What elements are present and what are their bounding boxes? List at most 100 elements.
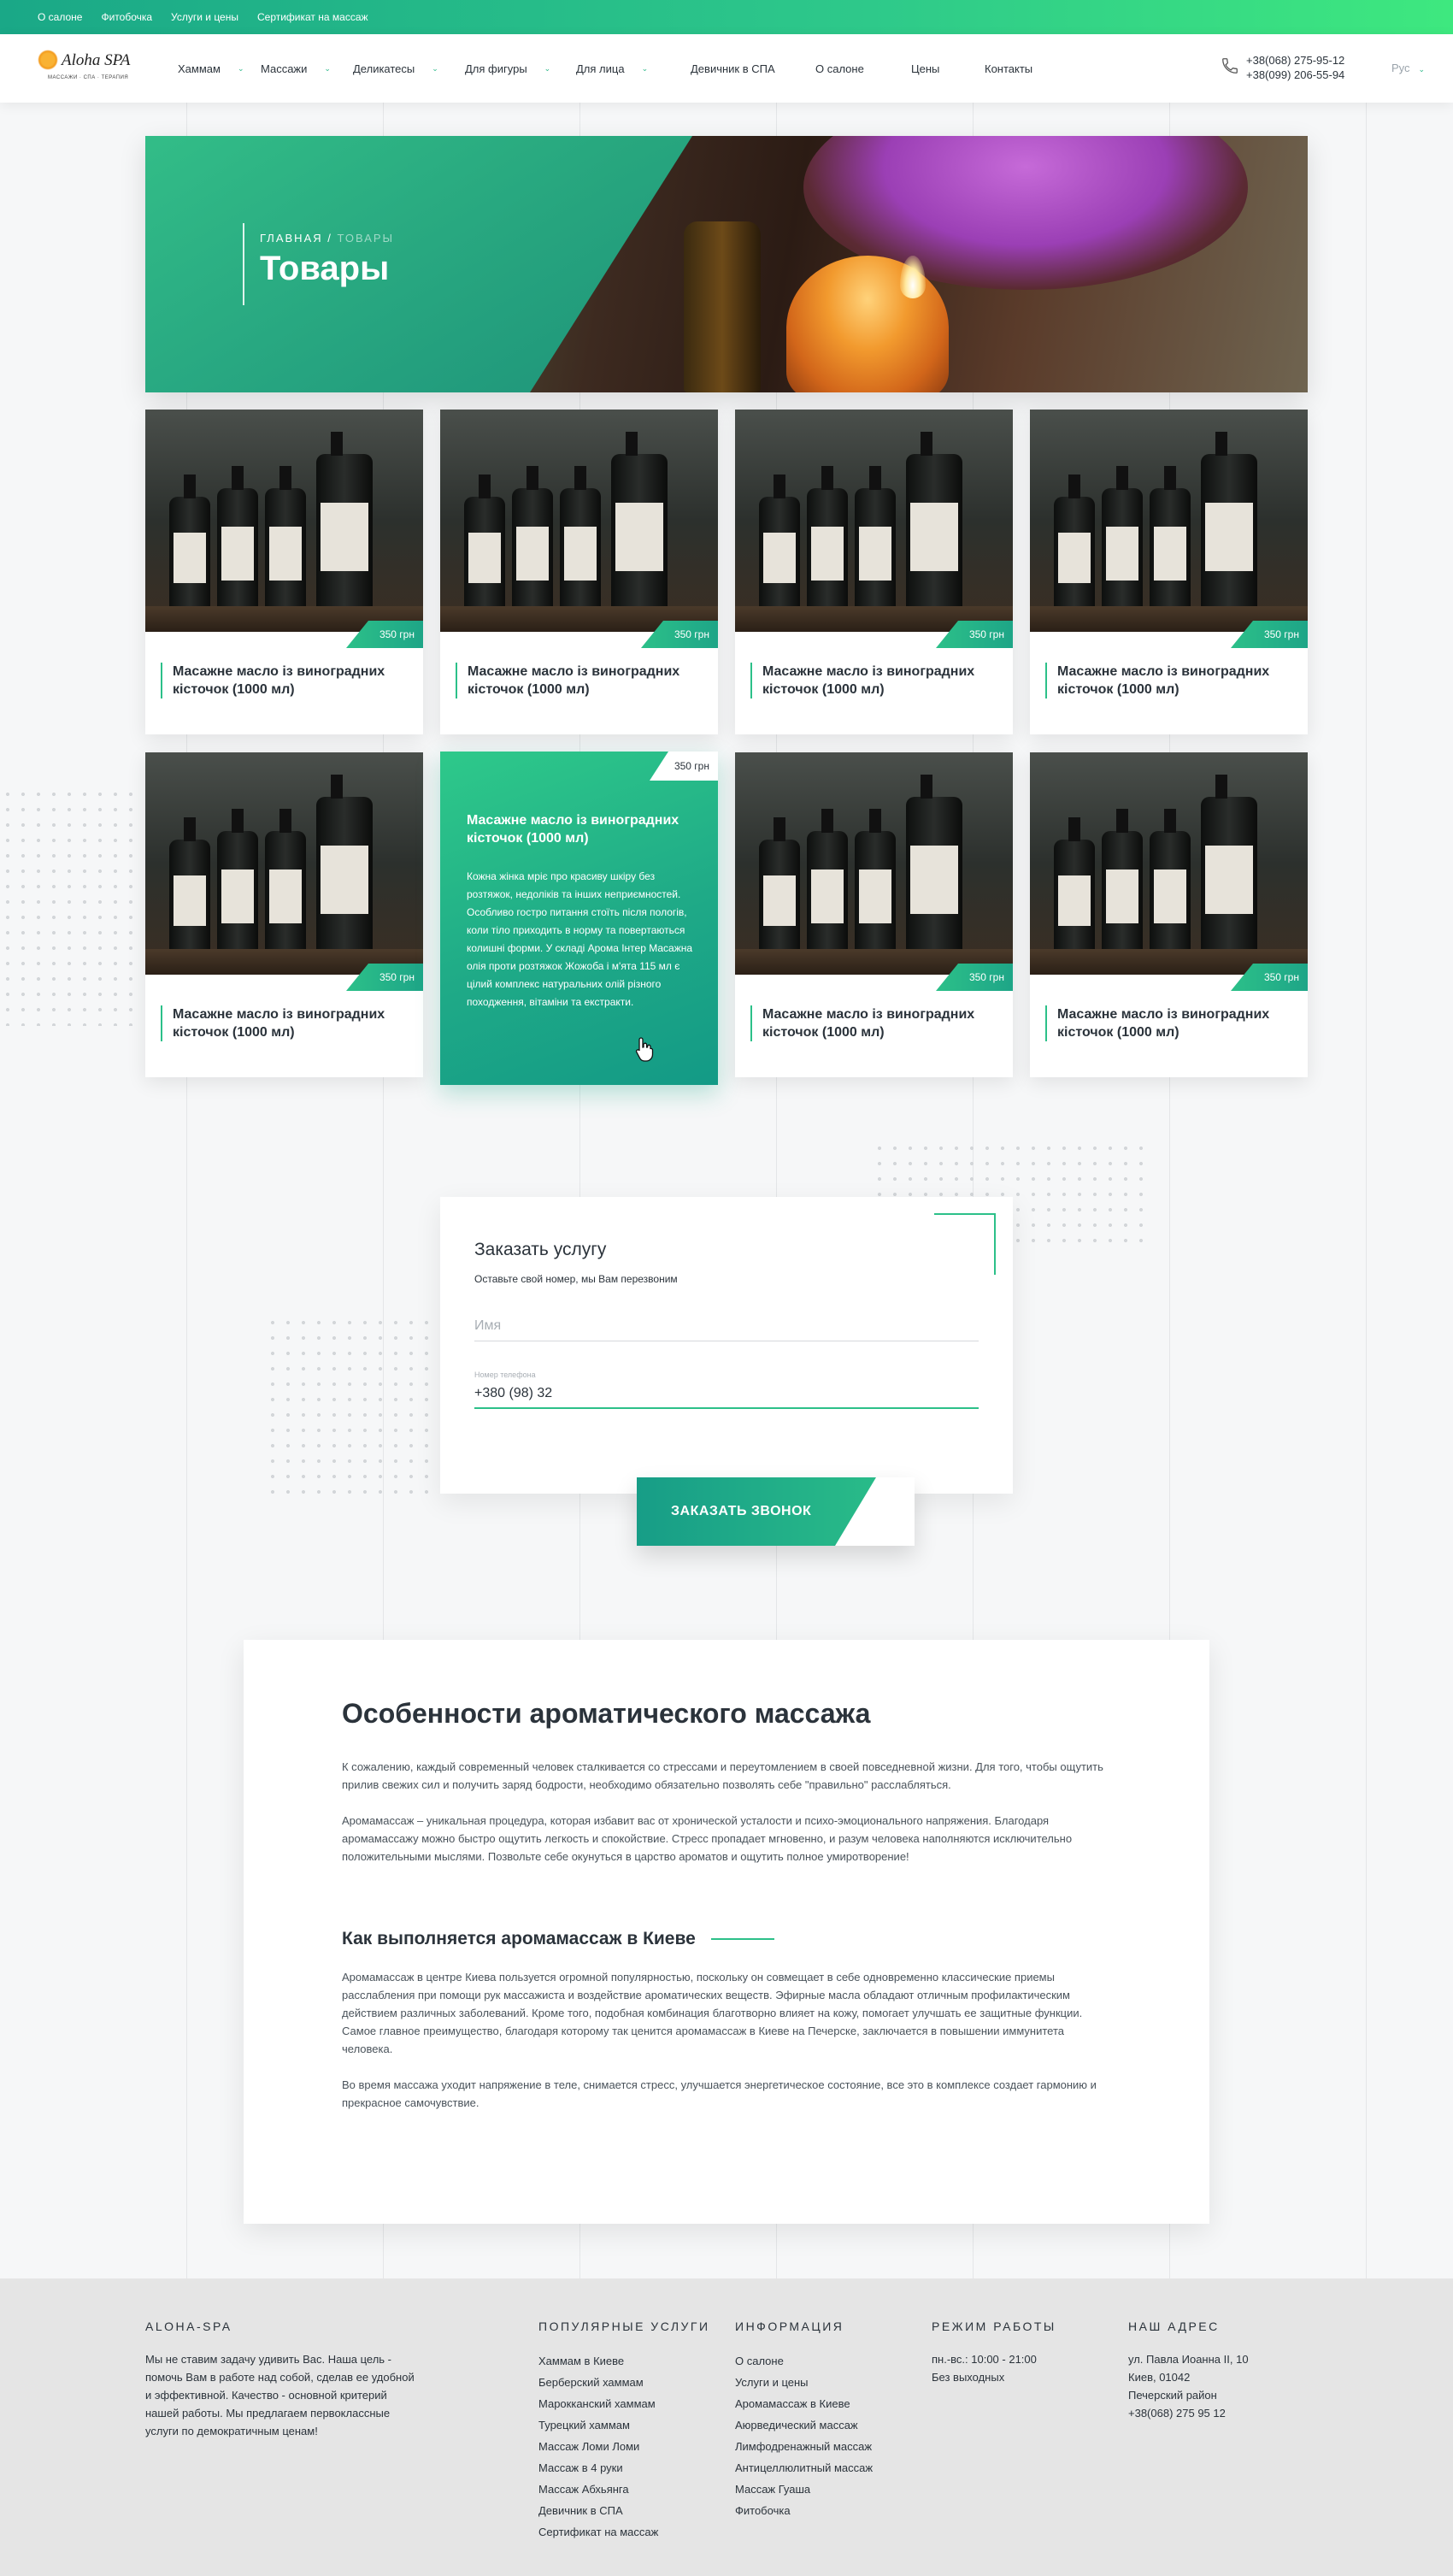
footer-link[interactable]: Марокканский хаммам (538, 2393, 710, 2414)
footer-link[interactable]: Аромамассаж в Киеве (735, 2393, 873, 2414)
product-title[interactable]: Масажне масло із виноградних кісточок (1… (161, 1005, 404, 1041)
nav-item-figure[interactable]: Для фигуры ⌄ (465, 62, 576, 75)
nav-item-massages[interactable]: Массажи ⌄ (261, 62, 353, 75)
product-card[interactable]: 350 грн Масажне масло із виноградних кіс… (735, 752, 1013, 1077)
form-subtitle: Оставьте свой номер, мы Вам перезвоним (474, 1273, 678, 1285)
product-image (1030, 752, 1308, 975)
product-card[interactable]: 350 грн Масажне масло із виноградних кіс… (1030, 410, 1308, 734)
article-paragraph: Во время массажа уходит напряжение в тел… (342, 2078, 1097, 2109)
footer-link[interactable]: Массаж в 4 руки (538, 2457, 710, 2479)
footer-link[interactable]: Турецкий хаммам (538, 2414, 710, 2436)
footer-phone[interactable]: +38(068) 275 95 12 (1128, 2404, 1299, 2422)
product-image (145, 410, 423, 632)
nav-item-hammam[interactable]: Хаммам ⌄ (178, 62, 261, 75)
product-title[interactable]: Масажне масло із виноградних кісточок (1… (750, 663, 994, 699)
breadcrumb-current: Товары (337, 232, 395, 245)
footer-link[interactable]: Антицеллюлитный массаж (735, 2457, 873, 2479)
order-call-button-label: ЗАКАЗАТЬ ЗВОНОК (671, 1504, 812, 1518)
corner-accent (934, 1213, 996, 1275)
phone-number-2[interactable]: +38(099) 206-55-94 (1246, 68, 1344, 82)
footer-about-text: Мы не ставим задачу удивить Вас. Наша це… (145, 2353, 415, 2437)
main-nav: Хаммам ⌄ Массажи ⌄ Деликатесы ⌄ Для фигуры ⌄… (178, 34, 1053, 103)
footer-hours-line: Без выходных (932, 2371, 1005, 2384)
product-title[interactable]: Масажне масло із виноградних кісточок (1… (1045, 663, 1289, 699)
nav-item-bachelorette[interactable]: Девичник в СПА (691, 62, 786, 75)
footer-heading: ALOHA-SPA (145, 2320, 232, 2333)
product-card[interactable]: 350 грн Масажне масло із виноградних кіс… (145, 410, 423, 734)
site-logo[interactable]: Aloha SPA МАССАЖИ · СПА · ТЕРАПИЯ (38, 46, 140, 91)
footer-link[interactable]: Сертификат на массаж (538, 2521, 710, 2543)
product-title[interactable]: Масажне масло із виноградних кісточок (1… (1045, 1005, 1289, 1041)
phone-icon (1222, 58, 1238, 74)
footer-link[interactable]: Лимфодренажный массаж (735, 2436, 873, 2457)
order-call-button[interactable]: ЗАКАЗАТЬ ЗВОНОК (637, 1477, 915, 1546)
article-subtitle: Как выполняется аромамассаж в Киеве (342, 1929, 774, 1949)
chevron-down-icon: ⌄ (432, 63, 438, 73)
product-image (145, 752, 423, 975)
logo-name: Aloha SPA (62, 51, 131, 69)
footer-link[interactable]: Девичник в СПА (538, 2500, 710, 2521)
main-header: Aloha SPA МАССАЖИ · СПА · ТЕРАПИЯ Хаммам… (0, 34, 1453, 103)
footer-hours-line: пн.-вс.: 10:00 - 21:00 (932, 2353, 1037, 2366)
phone-number-1[interactable]: +38(068) 275-95-12 (1246, 53, 1344, 68)
product-image (735, 752, 1013, 975)
name-input[interactable] (474, 1311, 979, 1341)
dots-decoration (265, 1315, 444, 1494)
footer-link[interactable]: Фитобочка (735, 2500, 873, 2521)
product-title[interactable]: Масажне масло із виноградних кісточок (1… (750, 1005, 994, 1041)
chevron-down-icon: ⌄ (544, 63, 551, 73)
language-selector[interactable]: Рус ⌄ (1391, 62, 1425, 74)
form-title: Заказать услугу (474, 1240, 607, 1259)
subtitle-underline (710, 1938, 774, 1940)
product-title[interactable]: Масажне масло із виноградних кісточок (1… (456, 663, 699, 699)
footer-link[interactable]: Массаж Гуаша (735, 2479, 873, 2500)
dots-decoration (0, 787, 141, 1026)
price-badge: 350 грн (650, 752, 718, 781)
footer-address-line: ул. Павла Иоанна II, 10 (1128, 2353, 1249, 2366)
product-card[interactable]: 350 грн Масажне масло із виноградних кіс… (440, 410, 718, 734)
product-image (440, 410, 718, 632)
top-links-bar: О салоне Фитобочка Услуги и цены Сертифи… (0, 0, 1453, 34)
product-title[interactable]: Масажне масло із виноградних кісточок (1… (467, 811, 697, 847)
product-card[interactable]: 350 грн Масажне масло із виноградних кіс… (145, 752, 423, 1077)
article-paragraph: Аромамассаж – уникальная процедура, кото… (342, 1814, 1073, 1863)
top-link-about[interactable]: О салоне (38, 11, 82, 23)
footer-services: ПОПУЛЯРНЫЕ УСЛУГИ Хаммам в Киеве Берберс… (538, 2320, 710, 2543)
nav-item-contacts[interactable]: Контакты (985, 62, 1053, 75)
phone-input[interactable] (474, 1380, 979, 1409)
breadcrumb: Главная / Товары Товары (243, 223, 394, 305)
logo-tagline: МАССАЖИ · СПА · ТЕРАПИЯ (48, 75, 129, 80)
banner-bottle-image (684, 221, 761, 392)
nav-item-face[interactable]: Для лица ⌄ (576, 62, 691, 75)
header-phones[interactable]: +38(068) 275-95-12 +38(099) 206-55-94 (1221, 53, 1344, 82)
product-card[interactable]: 350 грн Масажне масло із виноградних кіс… (735, 410, 1013, 734)
chevron-down-icon: ⌄ (1418, 65, 1426, 74)
article-paragraph: Аромамассаж в центре Киева пользуется ог… (342, 1971, 1083, 2055)
footer-info: ИНФОРМАЦИЯ О салоне Услуги и цены Аромам… (735, 2320, 873, 2521)
footer-link[interactable]: Хаммам в Киеве (538, 2350, 710, 2372)
footer-link[interactable]: Услуги и цены (735, 2372, 873, 2393)
breadcrumb-home[interactable]: Главная (260, 232, 323, 245)
footer-link[interactable]: Берберский хаммам (538, 2372, 710, 2393)
top-link-phytobarrel[interactable]: Фитобочка (101, 11, 152, 23)
nav-item-delicacies[interactable]: Деликатесы ⌄ (353, 62, 465, 75)
footer-heading: ИНФОРМАЦИЯ (735, 2320, 844, 2333)
product-card-hovered[interactable]: 350 грн Масажне масло із виноградних кіс… (440, 752, 718, 1085)
product-title[interactable]: Масажне масло із виноградних кісточок (1… (161, 663, 404, 699)
page-title: Товары (260, 250, 390, 287)
footer-link[interactable]: Аюрведический массаж (735, 2414, 873, 2436)
product-card[interactable]: 350 грн Масажне масло із виноградних кіс… (1030, 752, 1308, 1077)
footer-heading: ПОПУЛЯРНЫЕ УСЛУГИ (538, 2320, 710, 2333)
footer-address: НАШ АДРЕС ул. Павла Иоанна II, 10 Киев, … (1128, 2320, 1299, 2422)
article-paragraph: К сожалению, каждый современный человек … (342, 1760, 1103, 1791)
top-link-services-prices[interactable]: Услуги и цены (171, 11, 238, 23)
top-link-certificate[interactable]: Сертификат на массаж (257, 11, 368, 23)
footer-address-line: Печерский район (1128, 2389, 1217, 2402)
footer: ALOHA-SPA Мы не ставим задачу удивить Ва… (0, 2278, 1453, 2576)
footer-link[interactable]: Массаж Абхьянга (538, 2479, 710, 2500)
nav-item-about[interactable]: О салоне (815, 62, 911, 75)
nav-item-prices[interactable]: Цены (911, 62, 985, 75)
order-service-form: Заказать услугу Оставьте свой номер, мы … (440, 1197, 1013, 1494)
footer-link[interactable]: Массаж Ломи Ломи (538, 2436, 710, 2457)
footer-link[interactable]: О салоне (735, 2350, 873, 2372)
